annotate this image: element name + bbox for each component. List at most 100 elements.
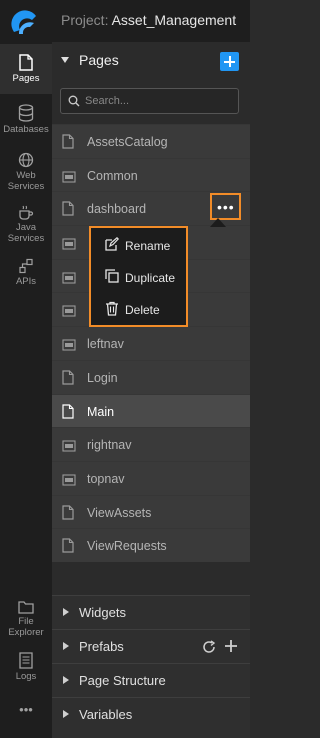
pages-panel: Pages Search... AssetsCatalog Common dashb… [52,42,250,738]
folder-icon [18,601,34,614]
project-title: Project: Asset_Management [61,12,236,28]
page-list-item-label: leftnav [87,337,124,352]
rail-java-services-label-2: Services [7,233,45,244]
partial-icon [62,473,76,491]
partial-icon [62,439,76,457]
rail-file-explorer-label-1: File [18,616,34,627]
rail-java-services-label-1: Java [15,222,37,233]
edit-icon [105,237,119,251]
section-widgets[interactable]: Widgets [52,595,250,629]
rail-file-explorer[interactable]: File Explorer [0,600,52,638]
left-rail: Pages Databases Web Services Java Servic… [0,0,52,738]
section-page-structure-label: Page Structure [79,673,166,688]
page-list-item[interactable]: ViewRequests [52,528,250,562]
page-icon [62,201,74,221]
page-list-item[interactable]: Login [52,359,250,394]
page-context-menu: Rename Duplicate Delete [89,226,188,327]
page-icon [62,370,74,390]
page-list-item-label: ViewAssets [87,505,152,520]
refresh-icon[interactable] [202,640,216,654]
pages-header[interactable]: Pages [52,42,250,80]
collapse-caret-icon[interactable] [61,57,69,63]
partial-icon [62,338,76,356]
pages-list: AssetsCatalog Common dashboard ••• leftnav Lo… [52,124,250,562]
rail-pages-label: Pages [12,73,40,84]
page-icon [62,134,74,154]
rail-apis[interactable]: APIs [0,258,52,287]
page-list-item-label: Login [87,370,118,385]
expand-caret-icon [63,608,69,616]
rail-web-services-label-1: Web [16,170,36,181]
page-list-item-label: dashboard [87,202,147,217]
context-menu-caret [210,218,226,227]
section-variables-label: Variables [79,707,133,722]
project-name: Asset_Management [111,12,237,28]
project-prefix: Project: [61,12,109,28]
page-list-item[interactable]: Main [52,393,250,428]
rail-logs-label: Logs [15,671,37,682]
rail-web-services[interactable]: Web Services [0,152,52,192]
add-prefab-icon[interactable] [224,639,238,653]
rail-java-services[interactable]: Java Services [0,204,52,244]
page-list-item[interactable]: rightnav [52,427,250,461]
page-list-item-label: AssetsCatalog [87,135,168,149]
section-widgets-label: Widgets [79,605,126,620]
rail-file-explorer-label-2: Explorer [8,627,44,638]
section-variables[interactable]: Variables [52,697,250,738]
database-icon [18,104,34,122]
page-icon [62,403,74,424]
page-list-item-label: rightnav [87,438,132,453]
partial-icon [62,237,76,255]
page-icon [62,538,74,558]
rail-pages[interactable]: Pages [0,44,52,94]
page-list-item[interactable]: leftnav [52,326,250,360]
page-list-item-label: ViewRequests [87,539,167,554]
logs-icon [19,652,33,669]
top-bar: Project: Asset_Management [52,0,250,42]
search-input[interactable]: Search... [60,88,239,114]
expand-caret-icon [63,676,69,684]
rail-databases[interactable]: Databases [0,104,52,135]
rail-apis-label: APIs [15,276,37,287]
section-prefabs-label: Prefabs [79,639,124,654]
search-placeholder: Search... [85,95,130,107]
page-list-item[interactable]: Common [52,157,250,192]
page-list-item-label: topnav [87,471,125,486]
add-page-button[interactable] [220,52,239,71]
search-icon [68,95,80,107]
section-page-structure[interactable]: Page Structure [52,663,250,697]
expand-caret-icon [63,642,69,650]
page-list-item[interactable]: topnav [52,460,250,495]
duplicate-icon [105,269,119,283]
menu-item-rename-label: Rename [125,239,171,253]
trash-icon [106,301,118,316]
rail-logs[interactable]: Logs [0,652,52,682]
menu-item-duplicate[interactable]: Duplicate [91,262,186,294]
pages-icon [19,54,33,71]
rail-more-icon[interactable]: ••• [0,703,52,716]
page-list-item-label: Common [87,168,138,183]
menu-item-rename[interactable]: Rename [91,230,186,262]
api-icon [19,258,33,274]
more-dots-icon: ••• [217,199,235,216]
rail-databases-label: Databases [3,124,49,135]
pages-title: Pages [79,52,119,68]
rail-web-services-label-2: Services [7,181,45,192]
app-logo-icon [11,10,36,34]
partial-icon [62,271,76,289]
app-window: Pages Databases Web Services Java Servic… [0,0,250,738]
expand-caret-icon [63,710,69,718]
coffee-cup-icon [19,205,34,220]
page-list-item-label: Main [87,404,115,419]
page-icon [62,504,74,525]
menu-item-delete-label: Delete [125,303,160,317]
section-prefabs[interactable]: Prefabs [52,629,250,663]
menu-item-delete[interactable]: Delete [91,294,186,326]
more-options-button[interactable]: ••• [210,193,241,221]
partial-icon [62,304,76,322]
menu-item-duplicate-label: Duplicate [125,271,176,285]
globe-icon [18,152,34,168]
partial-icon [62,170,76,188]
page-list-item[interactable]: AssetsCatalog [52,124,250,158]
page-list-item[interactable]: ViewAssets [52,494,250,529]
